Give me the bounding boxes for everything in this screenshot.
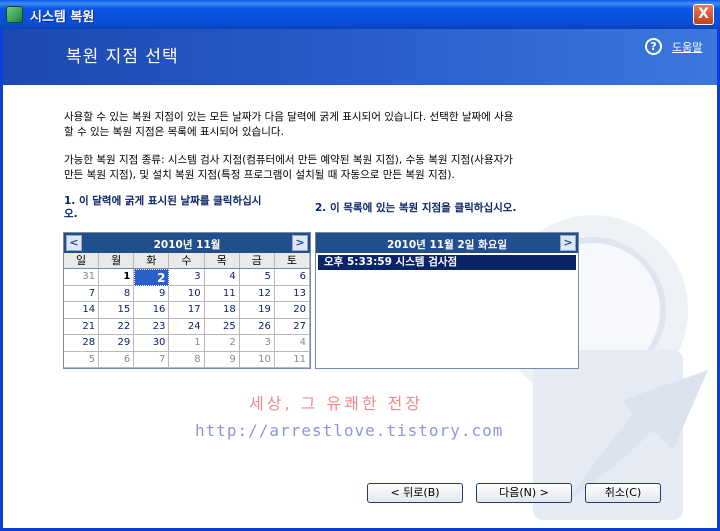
weekday-header: 토 [275,253,310,268]
calendar-month-title: 2010년 11월 [153,239,221,251]
calendar-day[interactable]: 19 [239,302,275,319]
calendar-header: < 2010년 11월 > [64,233,310,253]
calendar-day[interactable]: 15 [99,302,135,319]
intro-line: 할 수 있는 복원 지점은 목록에 표시되어 있습니다. [64,126,284,138]
calendar-day[interactable]: 14 [64,302,100,319]
calendar-day[interactable]: 17 [169,302,205,319]
calendar-day[interactable]: 30 [134,335,170,352]
intro-text: 사용할 수 있는 복원 지점이 있는 모든 날짜가 다음 달력에 굵게 표시되어… [64,110,584,140]
page-title: 복원 지점 선택 [66,47,179,67]
calendar-day[interactable]: 21 [64,318,100,335]
calendar-day[interactable]: 26 [239,318,275,335]
calendar-day[interactable]: 3 [239,335,275,352]
help-link[interactable]: 도움말 [672,39,702,55]
calendar-day[interactable]: 31 [64,269,100,286]
calendar-day[interactable]: 10 [239,351,275,368]
help-icon[interactable]: ? [645,38,662,55]
calendar-day[interactable]: 2 [134,269,170,286]
page-header: 복원 지점 선택 ? 도움말 [3,29,717,85]
calendar-day[interactable]: 12 [239,285,275,302]
next-button[interactable]: 다음(N) > [476,483,572,503]
calendar-day[interactable]: 11 [274,351,310,368]
intro-line: 사용할 수 있는 복원 지점이 있는 모든 날짜가 다음 달력에 굵게 표시되어… [64,111,514,123]
calendar-day[interactable]: 8 [99,285,135,302]
weekday-header: 일 [64,253,100,268]
calendar-day[interactable]: 4 [204,269,240,286]
types-line: 만든 복원 지점), 및 설치 복원 지점(특정 프로그램이 설치될 때 자동으… [64,169,455,181]
calendar-day[interactable]: 11 [204,285,240,302]
watermark-url: http://arrestlove.tistory.com [195,421,504,440]
weekday-header: 수 [169,253,205,268]
back-button[interactable]: < 뒤로(B) [367,483,463,503]
calendar-day[interactable]: 9 [134,285,170,302]
step1-line: 1. 이 달력에 굵게 표시된 날짜를 클릭하십시 [64,195,262,207]
main-content: 사용할 수 있는 복원 지점이 있는 모든 날짜가 다음 달력에 굵게 표시되어… [3,85,717,525]
calendar-day[interactable]: 23 [134,318,170,335]
step2-label: 2. 이 목록에 있는 복원 지점을 클릭하십시오. [315,202,517,214]
cancel-button[interactable]: 취소(C) [585,483,661,503]
title-bar[interactable]: 시스템 복원 X [0,0,720,29]
list-header: 2010년 11월 2일 화요일 > [316,233,578,253]
close-button[interactable]: X [693,4,714,25]
calendar-day[interactable]: 2 [204,335,240,352]
calendar-day[interactable]: 6 [99,351,135,368]
step1-label: 1. 이 달력에 굵게 표시된 날짜를 클릭하십시 오. [64,195,314,221]
window-title: 시스템 복원 [30,10,95,25]
calendar-day[interactable]: 3 [169,269,205,286]
calendar-day[interactable]: 24 [169,318,205,335]
calendar-day[interactable]: 10 [169,285,205,302]
calendar-day[interactable]: 20 [274,302,310,319]
calendar: < 2010년 11월 > 일월화수목금토 31 1 2 3 4 5 6 7 8 9 10 11 12 1… [63,232,311,369]
weekday-header: 월 [99,253,135,268]
system-restore-window: 시스템 복원 X 복원 지점 선택 ? 도움말 사용할 수 있는 복원 지점이 … [0,0,720,531]
calendar-day[interactable]: 18 [204,302,240,319]
weekday-header: 목 [205,253,240,268]
calendar-day[interactable]: 27 [274,318,310,335]
calendar-day[interactable]: 9 [204,351,240,368]
calendar-day[interactable]: 7 [64,285,100,302]
calendar-day[interactable]: 5 [64,351,100,368]
calendar-day[interactable]: 22 [99,318,135,335]
watermark-title: 세상, 그 유쾌한 전장 [249,394,424,413]
weekday-header: 화 [134,253,170,268]
calendar-day[interactable]: 13 [274,285,310,302]
system-restore-icon [6,6,23,23]
restore-types-text: 가능한 복원 지점 종류: 시스템 검사 지점(컴퓨터에서 만든 예약된 복원 … [64,153,584,183]
calendar-day[interactable]: 29 [99,335,135,352]
next-day-button[interactable]: > [560,235,576,251]
calendar-day[interactable]: 4 [274,335,310,352]
calendar-day[interactable]: 1 [169,335,205,352]
next-month-button[interactable]: > [292,235,308,251]
calendar-day[interactable]: 7 [134,351,170,368]
list-date-title: 2010년 11월 2일 화요일 [386,239,508,251]
calendar-day[interactable]: 28 [64,335,100,352]
calendar-day[interactable]: 8 [169,351,205,368]
restore-point-list: 2010년 11월 2일 화요일 > 오후 5:33:59 시스템 검사점 [315,232,579,369]
restore-point-item[interactable]: 오후 5:33:59 시스템 검사점 [318,255,576,270]
calendar-weekday-row: 일월화수목금토 [64,253,310,269]
step1-line: 오. [64,208,78,220]
calendar-day[interactable]: 25 [204,318,240,335]
calendar-day[interactable]: 6 [274,269,310,286]
calendar-day[interactable]: 1 [99,269,135,286]
types-line: 가능한 복원 지점 종류: 시스템 검사 지점(컴퓨터에서 만든 예약된 복원 … [64,154,513,166]
weekday-header: 금 [240,253,275,268]
calendar-day[interactable]: 5 [239,269,275,286]
calendar-days-grid: 31 1 2 3 4 5 6 7 8 9 10 11 12 13 14 15 16 17 18 19 20 21 22 23 2… [64,269,310,368]
calendar-day[interactable]: 16 [134,302,170,319]
